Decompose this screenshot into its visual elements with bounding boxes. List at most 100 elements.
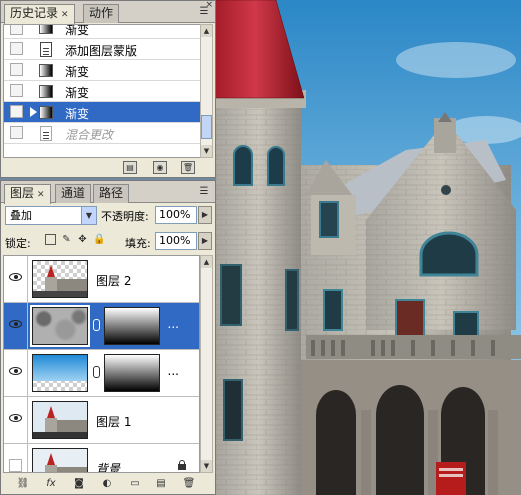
layer-thumbnail[interactable]	[32, 260, 88, 298]
gradient-thumb-icon	[39, 106, 53, 119]
history-footer: ▤ ◉ 🗑	[1, 159, 215, 177]
castle-thumb-icon	[33, 406, 87, 438]
layer-name[interactable]: ...	[168, 364, 179, 378]
hidden-box-icon[interactable]	[9, 459, 22, 472]
scroll-down-icon[interactable]: ▼	[201, 145, 212, 157]
snapshot-checkbox[interactable]	[10, 25, 23, 35]
layer-row-sky[interactable]: ...	[4, 350, 199, 397]
layer-row-layer-1[interactable]: 图层 1	[4, 397, 199, 444]
scroll-down-icon[interactable]: ▼	[201, 460, 212, 472]
gradient-thumb-icon	[39, 85, 53, 98]
layer-name[interactable]: ...	[168, 317, 179, 331]
visibility-toggle[interactable]	[4, 256, 28, 302]
new-snapshot-icon[interactable]: ◉	[153, 161, 167, 174]
opacity-field[interactable]: 100%	[155, 206, 197, 224]
delete-state-icon[interactable]: 🗑	[181, 161, 195, 174]
layer-row-background[interactable]: 背景	[4, 444, 199, 472]
close-tab-icon[interactable]: ✕	[61, 10, 69, 20]
layer-thumbnail[interactable]	[32, 448, 88, 472]
sky-gradient-icon	[33, 355, 87, 381]
link-chain-icon[interactable]	[93, 366, 100, 378]
lock-fill-row: 锁定: ✎ ✥ 🔒 填充: 100% ▶	[5, 232, 215, 252]
new-layer-icon[interactable]: ▤	[153, 477, 169, 491]
tab-layers[interactable]: 图层 ✕	[4, 184, 51, 204]
layer-name[interactable]: 图层 1	[96, 413, 131, 430]
link-chain-icon[interactable]	[93, 319, 100, 331]
layer-style-icon[interactable]: fx	[43, 477, 59, 491]
document-canvas[interactable]	[216, 0, 521, 495]
eye-icon[interactable]	[9, 367, 22, 375]
snapshot-checkbox[interactable]	[10, 63, 23, 76]
eye-icon[interactable]	[9, 320, 22, 328]
layer-list: 图层 2 ... ... 图层 1 背景	[3, 255, 200, 473]
fill-field[interactable]: 100%	[155, 232, 197, 250]
scroll-up-icon[interactable]: ▲	[201, 25, 212, 37]
visibility-toggle[interactable]	[4, 444, 28, 472]
history-state-marker-icon[interactable]	[30, 107, 37, 117]
new-document-from-state-icon[interactable]: ▤	[123, 161, 137, 174]
document-icon	[40, 42, 52, 57]
lock-icon	[177, 460, 187, 471]
layer-mask-thumbnail[interactable]	[104, 354, 160, 392]
layer-row-clouds[interactable]: ...	[4, 303, 199, 350]
layers-scrollbar[interactable]: ▲ ▼	[200, 255, 213, 473]
gradient-thumb-icon	[39, 64, 53, 77]
visibility-toggle[interactable]	[4, 350, 28, 396]
adjustment-layer-icon[interactable]: ◐	[99, 477, 115, 491]
castle-photo	[216, 0, 521, 495]
snapshot-checkbox[interactable]	[10, 126, 23, 139]
opacity-slider-icon[interactable]: ▶	[198, 206, 212, 224]
visibility-toggle[interactable]	[4, 303, 28, 349]
tab-channels[interactable]: 通道	[55, 184, 92, 203]
castle-thumb-icon	[33, 265, 87, 297]
history-item[interactable]: 渐变	[4, 81, 200, 102]
visibility-toggle[interactable]	[4, 397, 28, 443]
layer-row-layer-2[interactable]: 图层 2	[4, 256, 199, 303]
lock-position-icon[interactable]: ✥	[77, 234, 88, 245]
opacity-label: 不透明度:	[101, 210, 149, 223]
snapshot-checkbox[interactable]	[10, 105, 23, 118]
lock-all-icon[interactable]: 🔒	[93, 234, 105, 245]
layers-tabbar: 图层 ✕ 通道 路径 ☰	[1, 181, 215, 204]
scroll-thumb[interactable]	[201, 115, 212, 139]
history-item-selected[interactable]: 渐变	[4, 102, 200, 123]
add-mask-icon[interactable]: ◙	[71, 477, 87, 491]
link-layers-icon[interactable]: ⛓	[15, 477, 31, 491]
tab-history[interactable]: 历史记录 ✕	[4, 4, 75, 24]
snapshot-checkbox[interactable]	[10, 84, 23, 97]
scroll-up-icon[interactable]: ▲	[201, 256, 212, 268]
layer-thumbnail[interactable]	[32, 354, 88, 392]
eye-icon[interactable]	[9, 414, 22, 422]
blend-mode-select[interactable]: 叠加 ▼	[5, 206, 97, 225]
layer-thumbnail[interactable]	[30, 305, 90, 347]
layers-panel: 图层 ✕ 通道 路径 ☰ 叠加 ▼ 不透明度: 100% ▶ 锁定: ✎ ✥ 🔒 …	[0, 180, 216, 495]
snapshot-checkbox[interactable]	[10, 42, 23, 55]
history-list: 渐变 添加图层蒙版 渐变 渐变 渐变 混合更改	[3, 24, 201, 158]
tab-actions[interactable]: 动作	[83, 4, 120, 23]
panel-menu-icon[interactable]: ☰	[197, 185, 211, 199]
eye-icon[interactable]	[9, 273, 22, 281]
new-group-icon[interactable]: ▭	[127, 477, 143, 491]
layer-mask-thumbnail[interactable]	[104, 307, 160, 345]
layer-name[interactable]: 背景	[96, 460, 120, 472]
chevron-down-icon[interactable]: ▼	[81, 207, 96, 224]
history-scrollbar[interactable]: ▲ ▼	[200, 24, 213, 158]
castle-thumb-icon	[45, 453, 87, 472]
layer-name[interactable]: 图层 2	[96, 272, 131, 289]
history-item[interactable]: 添加图层蒙版	[4, 39, 200, 60]
history-item[interactable]: 渐变	[4, 60, 200, 81]
history-tabbar: 历史记录 ✕ 动作 × ☰	[1, 0, 215, 24]
blend-opacity-row: 叠加 ▼ 不透明度: 100% ▶	[5, 205, 215, 227]
history-item-dimmed[interactable]: 混合更改	[4, 123, 200, 144]
tab-paths[interactable]: 路径	[93, 184, 130, 203]
gradient-thumb-icon	[39, 25, 53, 34]
close-tab-icon[interactable]: ✕	[37, 190, 45, 200]
fill-slider-icon[interactable]: ▶	[198, 232, 212, 250]
lock-image-pixels-icon[interactable]: ✎	[61, 234, 72, 245]
panel-menu-icon[interactable]: ☰	[197, 5, 211, 19]
lock-transparent-pixels-icon[interactable]	[45, 234, 56, 245]
layer-thumbnail[interactable]	[32, 401, 88, 439]
history-panel: 历史记录 ✕ 动作 × ☰ 渐变 添加图层蒙版 渐变 渐变 渐变 混合更改 ▲ …	[0, 0, 216, 178]
history-item[interactable]: 渐变	[4, 25, 200, 39]
delete-layer-icon[interactable]: 🗑	[181, 477, 197, 491]
